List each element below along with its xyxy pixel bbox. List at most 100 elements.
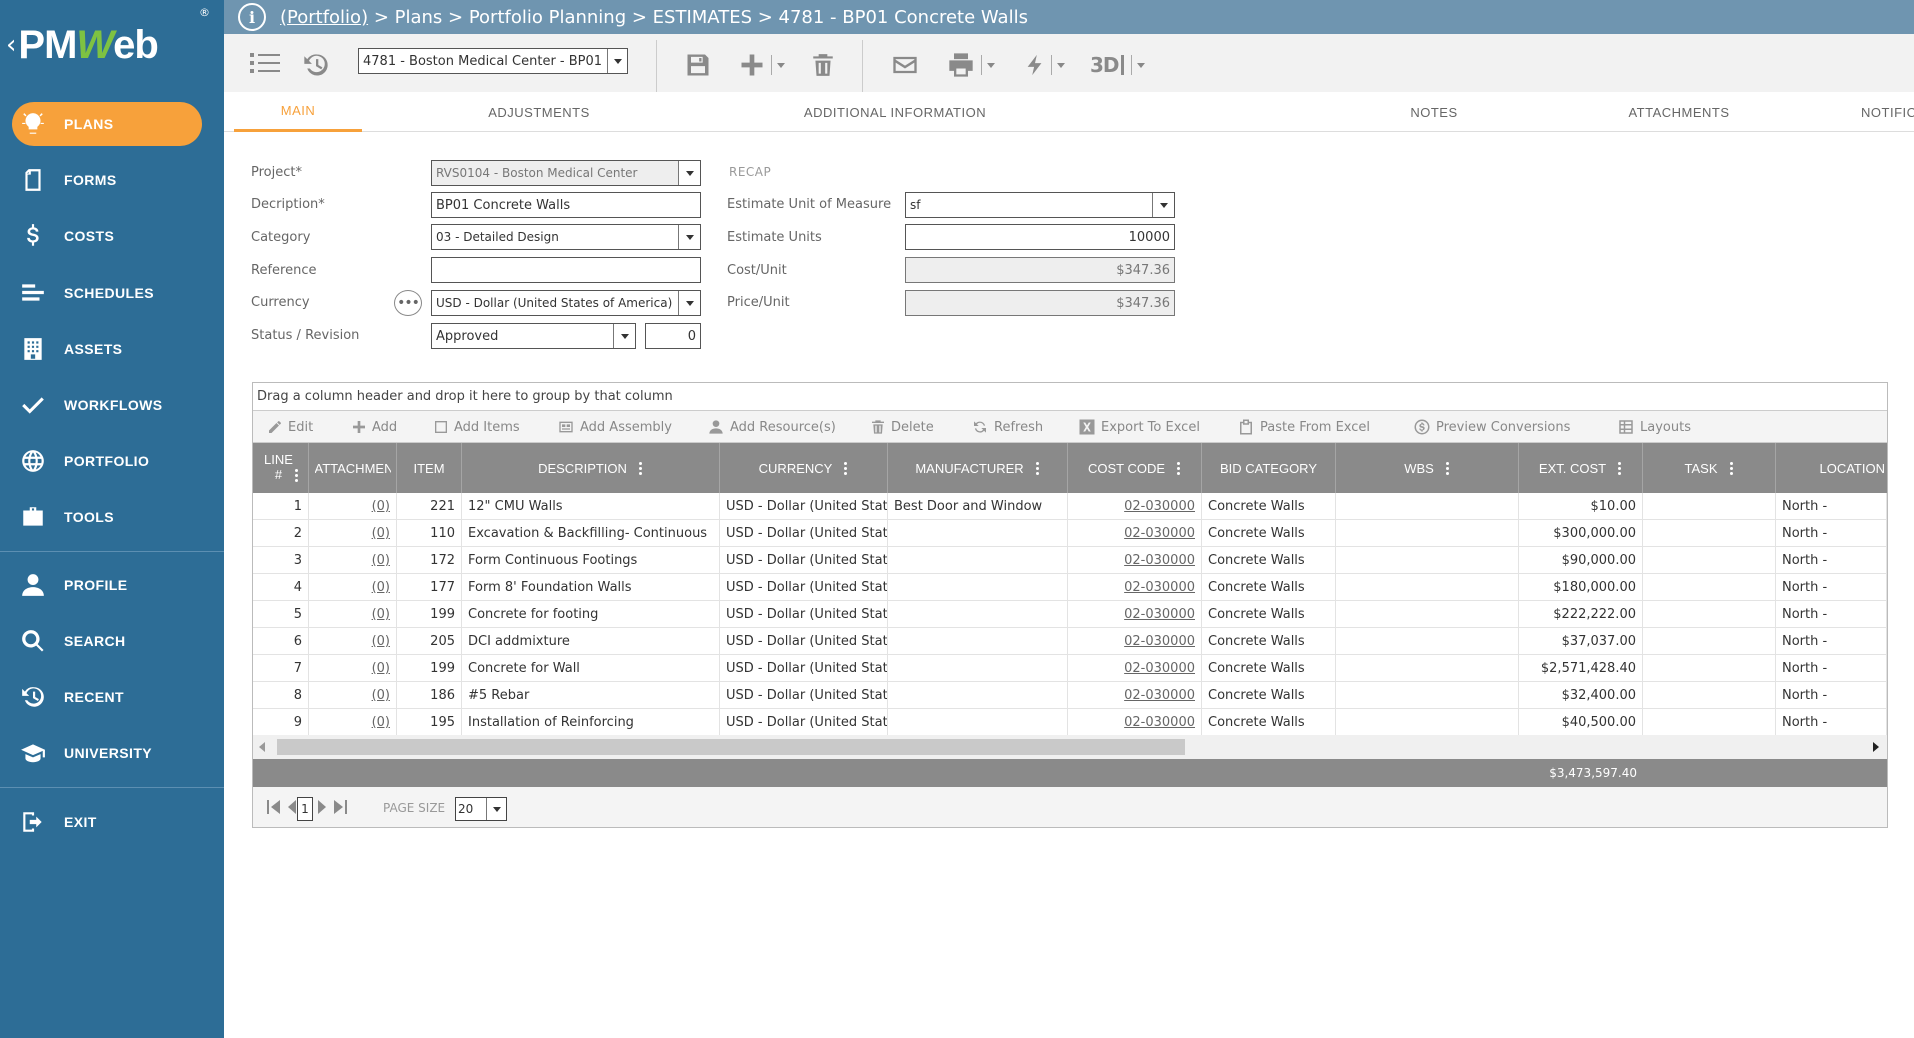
tab-notifications[interactable]: NOTIFICATIONS	[1824, 92, 1914, 132]
cell-code[interactable]: 02-030000	[1068, 682, 1202, 709]
next-page-icon[interactable]	[317, 799, 327, 815]
project-select[interactable]: RVS0104 - Boston Medical Center	[431, 160, 701, 186]
cell-code[interactable]: 02-030000	[1068, 547, 1202, 574]
chevron-down-icon[interactable]	[678, 291, 700, 315]
tab-main[interactable]: MAIN	[234, 92, 362, 132]
add-button[interactable]: Add	[351, 411, 397, 443]
cell-code[interactable]: 02-030000	[1068, 493, 1202, 520]
col-item[interactable]: ITEM	[397, 443, 462, 493]
cell-att[interactable]: (0)	[309, 655, 397, 682]
chevron-down-icon[interactable]	[678, 225, 700, 249]
back-chevron-icon[interactable]: ‹	[6, 30, 16, 60]
table-row[interactable]: 5 (0) 199 Concrete for footing USD - Dollar …	[253, 601, 1887, 628]
tab-additional-information[interactable]: ADDITIONAL INFORMATION	[784, 92, 1006, 132]
tab-attachments[interactable]: ATTACHMENTS	[1594, 92, 1764, 132]
save-icon[interactable]	[684, 48, 712, 82]
list-icon[interactable]	[250, 48, 280, 82]
more-options-icon[interactable]: •••	[394, 290, 422, 316]
chevron-down-icon[interactable]	[486, 798, 506, 820]
nav-plans[interactable]: PLANS	[12, 102, 202, 146]
category-select[interactable]: 03 - Detailed Design	[431, 224, 701, 250]
add-assembly-button[interactable]: Add Assembly	[557, 411, 672, 443]
col-line[interactable]: LINE #	[253, 443, 309, 493]
description-field[interactable]: BP01 Concrete Walls	[431, 192, 701, 218]
group-by-panel[interactable]: Drag a column header and drop it here to…	[253, 383, 1887, 411]
col-attachments[interactable]: ATTACHMENTS	[309, 443, 397, 493]
add-items-button[interactable]: Add Items	[433, 411, 520, 443]
nav-costs[interactable]: COSTS	[12, 214, 202, 258]
col-cost-code[interactable]: COST CODE	[1068, 443, 1202, 493]
uom-select[interactable]: sf	[905, 192, 1175, 218]
table-row[interactable]: 3 (0) 172 Form Continuous Footings USD - Dol…	[253, 547, 1887, 574]
cell-code[interactable]: 02-030000	[1068, 655, 1202, 682]
current-page[interactable]: 1	[297, 797, 313, 821]
nav-workflows[interactable]: WORKFLOWS	[12, 383, 202, 427]
col-wbs[interactable]: WBS	[1336, 443, 1519, 493]
col-bid-category[interactable]: BID CATEGORY	[1202, 443, 1336, 493]
reference-field[interactable]	[431, 257, 701, 283]
revision-field[interactable]: 0	[645, 323, 701, 349]
email-icon[interactable]	[890, 48, 920, 82]
nav-recent[interactable]: RECENT	[12, 675, 202, 719]
table-row[interactable]: 6 (0) 205 DCI addmixture USD - Dollar (Unite…	[253, 628, 1887, 655]
cell-att[interactable]: (0)	[309, 601, 397, 628]
first-page-icon[interactable]	[267, 799, 281, 815]
cell-att[interactable]: (0)	[309, 547, 397, 574]
table-row[interactable]: 2 (0) 110 Excavation & Backfilling- Continu…	[253, 520, 1887, 547]
scroll-left-icon[interactable]	[259, 742, 265, 752]
refresh-button[interactable]: Refresh	[971, 411, 1043, 443]
status-select[interactable]: Approved	[431, 323, 636, 349]
history-icon[interactable]	[302, 48, 330, 82]
nav-assets[interactable]: ASSETS	[12, 327, 202, 371]
units-field[interactable]: 10000	[905, 224, 1175, 250]
col-location[interactable]: LOCATION	[1776, 443, 1887, 493]
cell-code[interactable]: 02-030000	[1068, 520, 1202, 547]
record-selector[interactable]: 4781 - Boston Medical Center - BP01	[358, 48, 628, 74]
table-row[interactable]: 4 (0) 177 Form 8' Foundation Walls USD - Dol…	[253, 574, 1887, 601]
print-icon[interactable]	[946, 48, 995, 82]
nav-university[interactable]: UNIVERSITY	[12, 731, 202, 775]
paste-excel-button[interactable]: Paste From Excel	[1237, 411, 1370, 443]
nav-profile[interactable]: PROFILE	[12, 563, 202, 607]
nav-exit[interactable]: EXIT	[12, 800, 202, 844]
cell-code[interactable]: 02-030000	[1068, 709, 1202, 736]
col-currency[interactable]: CURRENCY	[720, 443, 888, 493]
nav-tools[interactable]: TOOLS	[12, 495, 202, 539]
info-icon[interactable]: i	[238, 3, 266, 31]
page-size-select[interactable]: 20	[455, 797, 507, 821]
edit-button[interactable]: Edit	[267, 411, 313, 443]
cell-att[interactable]: (0)	[309, 709, 397, 736]
cell-att[interactable]: (0)	[309, 574, 397, 601]
delete-button[interactable]: Delete	[870, 411, 934, 443]
table-row[interactable]: 1 (0) 221 12" CMU Walls USD - Dollar (United…	[253, 493, 1887, 520]
3d-icon[interactable]: 3D	[1090, 48, 1145, 82]
export-excel-button[interactable]: Export To Excel	[1078, 411, 1200, 443]
chevron-down-icon[interactable]	[678, 161, 700, 185]
cell-code[interactable]: 02-030000	[1068, 628, 1202, 655]
horizontal-scrollbar[interactable]	[253, 735, 1887, 759]
lightning-icon[interactable]	[1024, 48, 1065, 82]
chevron-down-icon[interactable]	[1152, 193, 1174, 217]
cell-att[interactable]: (0)	[309, 628, 397, 655]
cell-att[interactable]: (0)	[309, 493, 397, 520]
col-manufacturer[interactable]: MANUFACTURER	[888, 443, 1068, 493]
cell-code[interactable]: 02-030000	[1068, 601, 1202, 628]
table-row[interactable]: 9 (0) 195 Installation of Reinforcing USD - …	[253, 709, 1887, 736]
prev-page-icon[interactable]	[287, 799, 297, 815]
chevron-down-icon[interactable]	[607, 49, 627, 73]
currency-select[interactable]: USD - Dollar (United States of America)	[431, 290, 701, 316]
nav-portfolio[interactable]: PORTFOLIO	[12, 439, 202, 483]
add-resources-button[interactable]: Add Resource(s)	[707, 411, 836, 443]
pmweb-logo[interactable]: ‹ PMWeb ®	[0, 0, 224, 90]
nav-schedules[interactable]: SCHEDULES	[12, 271, 202, 315]
chevron-down-icon[interactable]	[613, 324, 635, 348]
scrollbar-thumb[interactable]	[277, 739, 1185, 755]
cell-att[interactable]: (0)	[309, 682, 397, 709]
col-ext-cost[interactable]: EXT. COST	[1519, 443, 1643, 493]
col-description[interactable]: DESCRIPTION	[462, 443, 720, 493]
add-icon[interactable]	[738, 48, 785, 82]
delete-icon[interactable]	[810, 48, 836, 82]
scroll-right-icon[interactable]	[1873, 742, 1879, 752]
preview-conversions-button[interactable]: Preview Conversions	[1413, 411, 1570, 443]
nav-forms[interactable]: FORMS	[12, 158, 202, 202]
